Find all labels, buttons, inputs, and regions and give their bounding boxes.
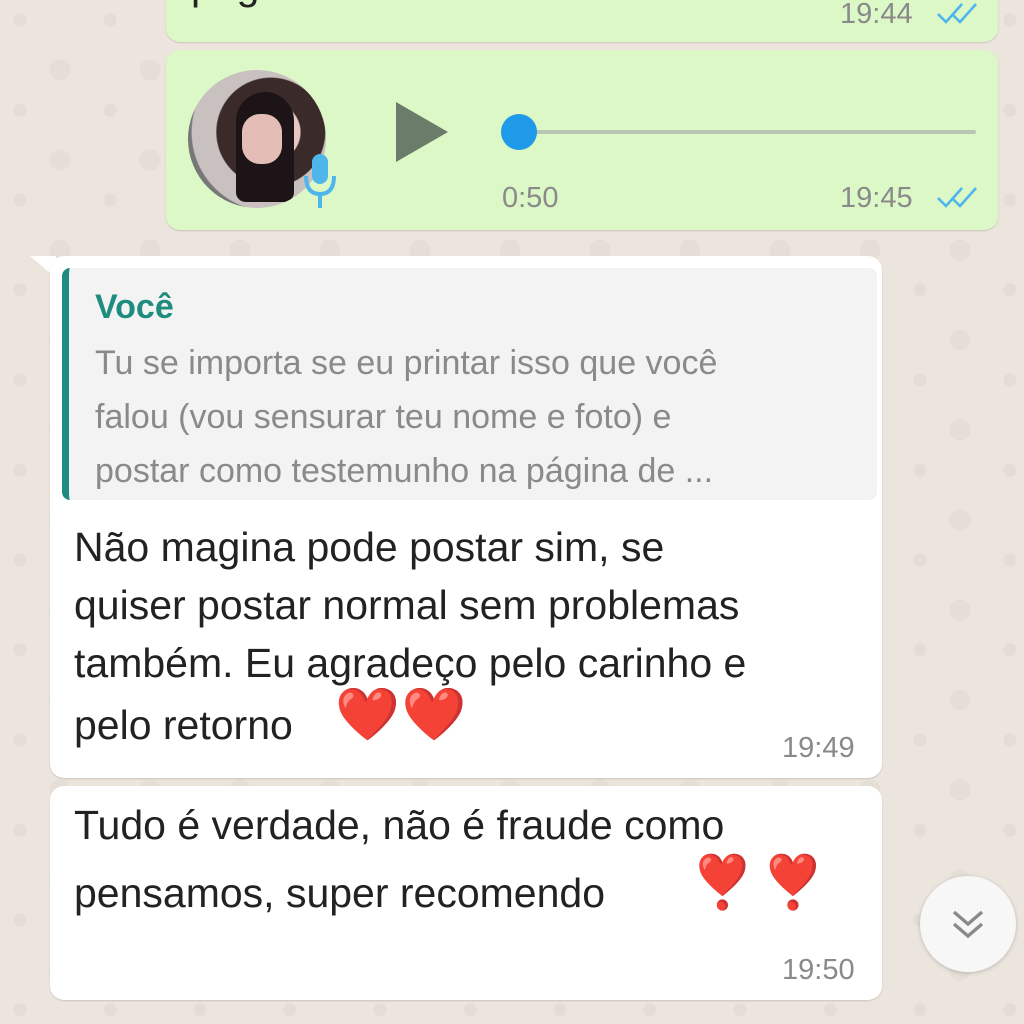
- message-line: Não magina pode postar sim, se: [74, 524, 665, 570]
- message-line: Tudo é verdade, não é fraude como: [74, 802, 725, 848]
- double-check-read-icon: [937, 187, 977, 208]
- message-text: página de venda?: [191, 0, 517, 9]
- message-line: pelo retorno: [74, 702, 293, 748]
- quote-author: Você: [95, 288, 174, 326]
- mic-icon: [304, 154, 336, 208]
- play-icon[interactable]: [392, 98, 452, 166]
- scroll-to-bottom-button[interactable]: [920, 876, 1016, 972]
- heart-emoji: ❤️❤️: [335, 686, 469, 744]
- quote-line: Tu se importa se eu printar isso que voc…: [95, 344, 718, 382]
- voice-message-bubble[interactable]: 0:50 19:45: [166, 50, 998, 230]
- message-bubble-incoming[interactable]: Você Tu se importa se eu printar isso qu…: [50, 256, 882, 778]
- voice-duration: 0:50: [502, 182, 559, 214]
- chevron-double-down-icon: [952, 910, 984, 939]
- message-line: quiser postar normal sem problemas: [74, 582, 740, 628]
- audio-progress-track[interactable]: [516, 130, 976, 134]
- message-bubble-outgoing[interactable]: página de venda? 19:44: [166, 0, 998, 42]
- message-bubble-incoming[interactable]: Tudo é verdade, não é fraude como pensam…: [50, 786, 882, 1000]
- message-line: pensamos, super recomendo: [74, 870, 606, 916]
- message-time: 19:44: [840, 0, 913, 30]
- message-time: 19:50: [782, 954, 855, 986]
- message-time: 19:45: [840, 182, 913, 214]
- heart-exclamation-emoji: ❣️❣️: [690, 854, 832, 912]
- message-time: 19:49: [782, 732, 855, 764]
- quote-line: postar como testemunho na página de ...: [95, 452, 714, 490]
- audio-progress-knob[interactable]: [501, 114, 537, 150]
- double-check-read-icon: [937, 3, 977, 24]
- quote-line: falou (vou sensurar teu nome e foto) e: [95, 398, 672, 436]
- quoted-message[interactable]: Você Tu se importa se eu printar isso qu…: [62, 268, 877, 500]
